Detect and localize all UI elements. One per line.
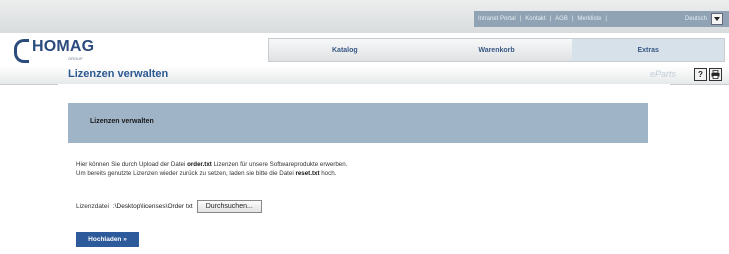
page-title: Lizenzen verwalten: [68, 68, 169, 80]
util-separator: |: [605, 16, 607, 22]
util-link-agb[interactable]: AGB: [551, 16, 572, 22]
util-link-merkliste[interactable]: Merkliste: [573, 16, 605, 22]
eparts-label: eParts: [650, 69, 677, 79]
browse-button[interactable]: Durchsuchen...: [196, 200, 262, 213]
file-label: Lizenzdatei: [76, 203, 109, 210]
order-file-name: order.txt: [187, 161, 212, 168]
logo-brand: HOMAG: [32, 38, 95, 55]
panel-heading: Lizenzen verwalten: [90, 118, 154, 125]
chevron-down-icon[interactable]: [711, 13, 723, 25]
description-text: Hier können Sie durch Upload der Datei o…: [76, 160, 347, 178]
main-nav: Katalog Warenkorb Extras: [268, 38, 725, 62]
help-icon[interactable]: ?: [694, 68, 707, 81]
logo-subtitle: GROUP: [68, 56, 83, 61]
top-bar: Intranet Portal | Kontakt | AGB | Merkli…: [0, 0, 729, 33]
tab-extras[interactable]: Extras: [572, 39, 725, 61]
file-path-field[interactable]: :\Desktop\licenses\Order txt: [111, 203, 195, 210]
util-link-kontakt[interactable]: Kontakt: [521, 16, 549, 22]
panel-header: Lizenzen verwalten: [68, 103, 648, 143]
utility-bar: Intranet Portal | Kontakt | AGB | Merkli…: [474, 11, 729, 27]
description-text-part: hoch.: [319, 170, 337, 177]
description-text-part: Hier können Sie durch Upload der Datei: [76, 161, 188, 168]
description-text-part: Um bereits genutzte Lizenzen wieder zurü…: [76, 170, 296, 177]
tab-katalog[interactable]: Katalog: [269, 39, 421, 61]
upload-button[interactable]: Hochladen »: [76, 232, 139, 247]
tab-warenkorb[interactable]: Warenkorb: [421, 39, 573, 61]
page-title-bar: Lizenzen verwalten eParts ?: [0, 66, 729, 85]
description-line-1: Hier können Sie durch Upload der Datei o…: [76, 160, 347, 169]
print-icon[interactable]: [709, 68, 722, 81]
upload-row: Lizenzdatei :\Desktop\licenses\Order txt…: [76, 200, 262, 213]
description-text-part: Lizenzen für unsere Softwareprodukte erw…: [211, 161, 348, 168]
homag-logo[interactable]: HOMAG GROUP: [12, 36, 95, 68]
logo-arc-icon: [14, 39, 29, 63]
reset-file-name: reset.txt: [295, 170, 320, 177]
language-select[interactable]: Deutsch: [685, 16, 711, 22]
description-line-2: Um bereits genutzte Lizenzen wieder zurü…: [76, 169, 347, 178]
util-link-intranet[interactable]: Intranet Portal: [474, 16, 520, 22]
